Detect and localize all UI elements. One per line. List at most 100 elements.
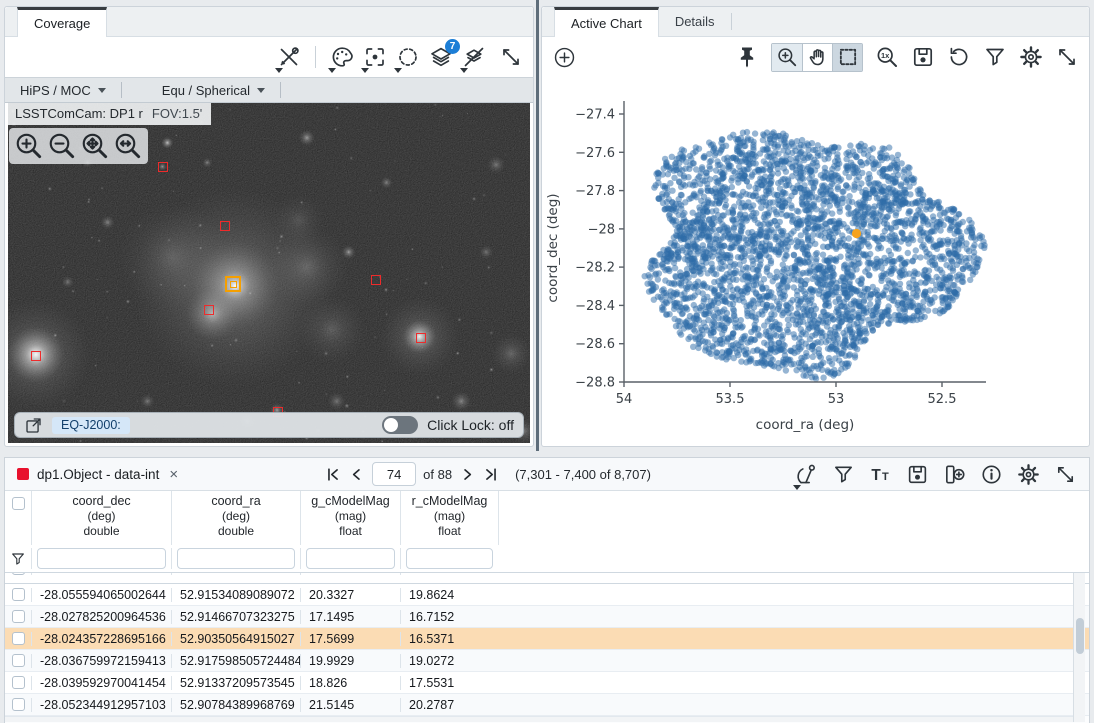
row-checkbox[interactable] xyxy=(12,698,25,711)
panel-resize-divider[interactable] xyxy=(536,0,539,451)
table-row[interactable]: -28.03959297004145452.9133720957354518.8… xyxy=(5,672,1089,694)
next-page-icon[interactable] xyxy=(459,466,476,483)
scatter-chart[interactable]: −27.4−27.6−27.8−28−28.2−28.4−28.6−28.854… xyxy=(542,77,1089,446)
zoom-in-icon[interactable] xyxy=(14,131,44,161)
table-row[interactable]: -28.03675997215941352.91759850572448419.… xyxy=(5,650,1089,672)
source-marker[interactable] xyxy=(158,162,168,172)
table-options-icon[interactable] xyxy=(795,463,818,486)
filter-input-r_cModelMag[interactable] xyxy=(406,548,493,569)
expand-coverage-icon[interactable] xyxy=(499,45,523,69)
filter-table-icon[interactable] xyxy=(832,463,855,486)
chart-settings-icon[interactable] xyxy=(1019,45,1043,69)
row-checkbox[interactable] xyxy=(12,588,25,601)
selected-source-marker[interactable] xyxy=(225,276,241,292)
table-row[interactable]: -28.02782520096453652.9146670732327517.1… xyxy=(5,606,1089,628)
source-marker[interactable] xyxy=(31,351,41,361)
source-marker[interactable] xyxy=(220,221,230,231)
pan-mode-icon[interactable] xyxy=(802,44,832,71)
coverage-toolbar: 7 xyxy=(5,37,533,77)
page-number-input[interactable] xyxy=(372,462,416,486)
svg-text:−27.8: −27.8 xyxy=(575,184,615,199)
filter-input-coord_dec[interactable] xyxy=(37,548,166,569)
table-settings-icon[interactable] xyxy=(1017,463,1040,486)
color-palette-icon[interactable] xyxy=(330,45,354,69)
row-checkbox[interactable] xyxy=(12,573,25,575)
source-marker[interactable] xyxy=(204,305,214,315)
column-header-coord_ra[interactable]: coord_ra(deg)double xyxy=(171,491,300,545)
table-row[interactable]: -28.05559406500264452.9153408908907220.3… xyxy=(5,584,1089,606)
add-chart-icon[interactable] xyxy=(552,45,577,70)
table-cell: 52.91534089089072 xyxy=(171,588,300,602)
tab-details[interactable]: Details xyxy=(659,7,731,36)
zoom-fit-icon[interactable] xyxy=(80,131,110,161)
sky-image-viewer[interactable]: LSSTComCam: DP1 r FOV:1.5' EQ-J2000: Cli… xyxy=(8,103,530,443)
layers-icon[interactable]: 7 xyxy=(429,45,453,69)
save-table-icon[interactable] xyxy=(906,463,929,486)
table-filter-row xyxy=(5,545,1089,573)
row-range-label: (7,301 - 7,400 of 8,707) xyxy=(515,467,651,482)
filter-chart-icon[interactable] xyxy=(983,45,1007,69)
select-all-checkbox[interactable] xyxy=(12,497,25,510)
toolbar-separator xyxy=(315,46,316,68)
table-tab[interactable]: dp1.Object - data-int × xyxy=(17,466,180,483)
region-select-icon[interactable] xyxy=(396,45,420,69)
zoom-fill-icon[interactable] xyxy=(113,131,143,161)
source-marker[interactable] xyxy=(371,275,381,285)
column-header-g_cModelMag[interactable]: g_cModelMag(mag)float xyxy=(300,491,400,545)
tab-active-chart[interactable]: Active Chart xyxy=(554,7,659,37)
first-page-icon[interactable] xyxy=(324,466,341,483)
scrollbar-thumb[interactable] xyxy=(1076,618,1084,654)
last-page-icon[interactable] xyxy=(483,466,500,483)
click-lock-toggle[interactable] xyxy=(382,416,418,434)
select-mode-icon[interactable] xyxy=(832,44,862,71)
prev-page-icon[interactable] xyxy=(348,466,365,483)
add-column-icon[interactable] xyxy=(943,463,966,486)
table-vertical-scrollbar[interactable] xyxy=(1073,573,1085,722)
table-cell: 20.3327 xyxy=(300,588,400,602)
external-link-icon[interactable] xyxy=(24,416,43,435)
row-checkbox[interactable] xyxy=(12,654,25,667)
restore-chart-icon[interactable] xyxy=(947,45,971,69)
pin-chart-icon[interactable] xyxy=(735,45,759,69)
filter-input-coord_ra[interactable] xyxy=(177,548,295,569)
zoom-original-icon[interactable] xyxy=(875,45,899,69)
save-chart-icon[interactable] xyxy=(911,45,935,69)
tools-icon[interactable] xyxy=(277,45,301,69)
column-header-coord_dec[interactable]: coord_dec(deg)double xyxy=(31,491,171,545)
survey-label: LSSTComCam: DP1 r FOV:1.5' xyxy=(8,103,211,125)
row-checkbox[interactable] xyxy=(12,676,25,689)
table-cell: -28.024357228695166 xyxy=(31,632,171,646)
expand-chart-icon[interactable] xyxy=(1055,45,1079,69)
table-cell: 16.5371 xyxy=(400,632,498,646)
zoom-mode-icon[interactable] xyxy=(772,44,802,71)
tab-coverage[interactable]: Coverage xyxy=(17,7,107,37)
table-cell: 20.5528 xyxy=(300,573,400,575)
fov-label: FOV:1.5' xyxy=(152,106,202,121)
survey-name: LSSTComCam: DP1 r xyxy=(15,106,143,121)
table-cell: 17.1495 xyxy=(300,610,400,624)
selected-table-row[interactable]: -28.02435722869516652.9035056491502717.5… xyxy=(5,628,1089,650)
layers-count-badge: 7 xyxy=(445,39,460,54)
pagination: of 88 (7,301 - 7,400 of 8,707) xyxy=(324,462,651,486)
recenter-icon[interactable] xyxy=(363,45,387,69)
zoom-out-icon[interactable] xyxy=(47,131,77,161)
expand-table-icon[interactable] xyxy=(1054,463,1077,486)
filter-input-g_cModelMag[interactable] xyxy=(306,548,395,569)
column-header-r_cModelMag[interactable]: r_cModelMag(mag)float xyxy=(400,491,498,545)
coord-system-dropdown[interactable]: Equ / Spherical xyxy=(122,83,280,98)
table-cell: 17.5699 xyxy=(300,632,400,646)
hips-moc-dropdown[interactable]: HiPS / MOC xyxy=(5,83,121,98)
table-info-icon[interactable] xyxy=(980,463,1003,486)
close-icon[interactable]: × xyxy=(167,466,180,483)
table-row[interactable]: -28.05048289113203552.94205331981639920.… xyxy=(5,573,1089,584)
table-row[interactable]: -28.05234491295710352.9078438996876921.5… xyxy=(5,694,1089,716)
row-checkbox[interactable] xyxy=(12,610,25,623)
table-cell: -28.036759972159413 xyxy=(31,654,171,668)
row-checkbox[interactable] xyxy=(12,632,25,645)
table-cell: -28.052344912957103 xyxy=(31,698,171,712)
layers-hide-icon[interactable] xyxy=(462,45,486,69)
source-marker[interactable] xyxy=(416,333,426,343)
scatter-plot: −27.4−27.6−27.8−28−28.2−28.4−28.6−28.854… xyxy=(542,77,1089,446)
chevron-down-icon xyxy=(257,88,265,93)
text-view-icon[interactable] xyxy=(869,463,892,486)
